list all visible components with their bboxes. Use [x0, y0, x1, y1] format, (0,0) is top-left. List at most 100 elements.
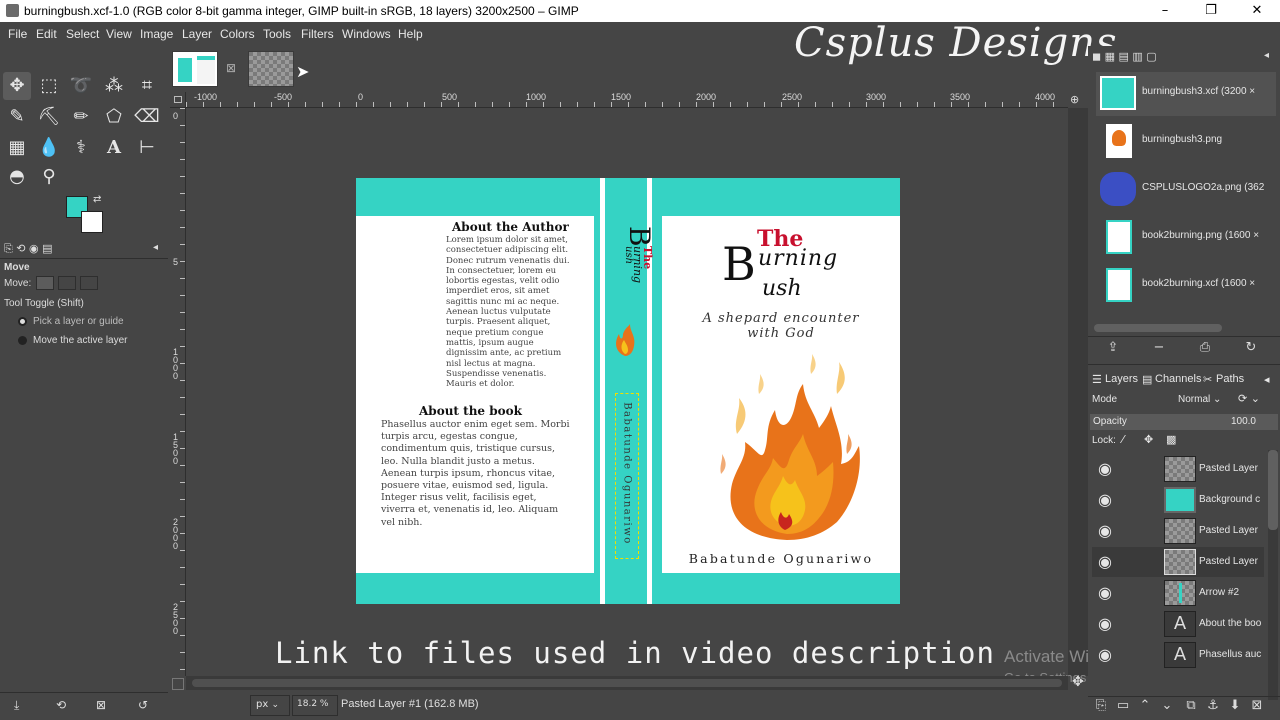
- move-tool-icon[interactable]: ✥: [3, 72, 31, 100]
- mode-select[interactable]: Normal ⌄: [1174, 391, 1232, 409]
- layer-row[interactable]: ◉ A About the boo: [1092, 609, 1264, 639]
- visibility-eye-icon[interactable]: ◉: [1098, 459, 1112, 478]
- move-layer-mode-icon[interactable]: [36, 276, 54, 290]
- paintbrush-icon[interactable]: ✏: [67, 103, 95, 131]
- layer-row-selected[interactable]: ◉ Pasted Layer: [1092, 547, 1264, 577]
- dock-menu-icon[interactable]: ◂: [1264, 50, 1269, 61]
- fuzzy-select-icon[interactable]: ⁂: [100, 72, 128, 100]
- menu-tools[interactable]: Tools: [263, 27, 291, 41]
- zoom-select[interactable]: 18.2 %: [292, 695, 338, 716]
- align-icon[interactable]: ⊢: [133, 134, 161, 162]
- print-icon[interactable]: ⎙: [1196, 340, 1214, 355]
- open-image-icon[interactable]: ⇪: [1104, 340, 1122, 355]
- image-tab-burningbush[interactable]: [172, 51, 218, 87]
- menu-layer[interactable]: Layer: [182, 27, 212, 41]
- unit-select[interactable]: px ⌄: [250, 695, 290, 716]
- refresh-icon[interactable]: ↻: [1242, 340, 1260, 355]
- delete-options-icon[interactable]: ⊠: [96, 698, 106, 712]
- close-button[interactable]: ✕: [1234, 0, 1280, 22]
- layer-row[interactable]: ◉ A Phasellus auc: [1092, 640, 1264, 670]
- transform-icon[interactable]: ⬠: [100, 103, 128, 131]
- image-list-item[interactable]: burningbush3.xcf (3200 ×: [1096, 72, 1276, 116]
- menu-image[interactable]: Image: [140, 27, 173, 41]
- image-list-item[interactable]: book2burning.xcf (1600 ×: [1096, 264, 1276, 308]
- heal-icon[interactable]: ⚕: [67, 134, 95, 162]
- visibility-eye-icon[interactable]: ◉: [1098, 583, 1112, 602]
- layer-row[interactable]: ◉ Pasted Layer: [1092, 516, 1264, 546]
- raise-layer-icon[interactable]: ⌃: [1136, 698, 1154, 713]
- visibility-eye-icon[interactable]: ◉: [1098, 521, 1112, 540]
- delete-layer-icon[interactable]: ⊠: [1248, 698, 1266, 713]
- menu-filters[interactable]: Filters: [301, 27, 334, 41]
- tab-layers[interactable]: Layers: [1105, 373, 1138, 385]
- layers-scrollbar[interactable]: [1268, 450, 1278, 700]
- zoom-to-fit-icon[interactable]: ⊕: [1070, 93, 1079, 106]
- close-tab-icon[interactable]: ⊠: [226, 61, 236, 75]
- visibility-eye-icon[interactable]: ◉: [1098, 645, 1112, 664]
- menu-file[interactable]: File: [8, 27, 27, 41]
- dodge-icon[interactable]: 💧: [35, 134, 63, 162]
- new-layer-icon[interactable]: ⎘: [1092, 698, 1110, 713]
- vertical-ruler[interactable]: 0 5 1000 1500 2000 2500: [170, 108, 186, 676]
- image-list-item[interactable]: CSPLUSLOGO2a.png (362: [1096, 168, 1276, 212]
- reset-options-icon[interactable]: ↺: [138, 698, 148, 712]
- lower-layer-icon[interactable]: ⌄: [1158, 698, 1176, 713]
- rect-select-icon[interactable]: ⬚: [35, 72, 63, 100]
- image-list-item[interactable]: book2burning.png (1600 ×: [1096, 216, 1276, 260]
- menu-select[interactable]: Select: [66, 27, 99, 41]
- quick-mask-toggle[interactable]: [172, 678, 184, 690]
- dock-layers-menu-icon[interactable]: ◂: [1264, 373, 1270, 386]
- new-layer-group-icon[interactable]: ▭: [1114, 698, 1132, 713]
- duplicate-layer-icon[interactable]: ⧉: [1182, 698, 1200, 713]
- free-select-icon[interactable]: ➰: [67, 72, 95, 100]
- visibility-eye-icon[interactable]: ◉: [1098, 614, 1112, 633]
- layer-row[interactable]: ◉ Arrow #2: [1092, 578, 1264, 608]
- save-options-icon[interactable]: ⤓: [14, 698, 19, 713]
- visibility-eye-icon[interactable]: ◉: [1098, 490, 1112, 509]
- visibility-eye-icon[interactable]: ◉: [1098, 552, 1112, 571]
- eraser-icon[interactable]: ⌫: [133, 103, 161, 131]
- text-tool-icon[interactable]: A: [100, 134, 128, 162]
- tab-channels[interactable]: Channels: [1155, 373, 1201, 385]
- book-cover-canvas[interactable]: About the Author Lorem ipsum dolor sit a…: [356, 178, 900, 604]
- gradient-icon[interactable]: ▦: [3, 134, 31, 162]
- menu-edit[interactable]: Edit: [36, 27, 57, 41]
- anchor-layer-icon[interactable]: ⚓: [1204, 698, 1222, 713]
- move-selection-mode-icon[interactable]: [58, 276, 76, 290]
- horizontal-scrollbar[interactable]: [186, 676, 1068, 690]
- smudge-icon[interactable]: ◓: [3, 163, 31, 191]
- horizontal-ruler[interactable]: -1000 -500 0 500 1000 1500 2000 2500 300…: [186, 92, 1068, 108]
- swap-colors-icon[interactable]: ⇄: [93, 194, 101, 205]
- move-path-mode-icon[interactable]: [80, 276, 98, 290]
- maximize-button[interactable]: ❐: [1188, 0, 1234, 22]
- zoom-icon[interactable]: ⚲: [35, 163, 63, 191]
- pick-layer-radio[interactable]: [18, 317, 27, 326]
- image-tab-transparent[interactable]: [248, 51, 294, 87]
- lock-position-icon[interactable]: ✥: [1144, 433, 1153, 446]
- lock-pixels-icon[interactable]: ⁄: [1122, 433, 1124, 446]
- tool-options-tabs-icon[interactable]: ⎘ ⟲ ◉ ▤: [4, 242, 53, 256]
- crop-icon[interactable]: ⌗: [133, 72, 161, 100]
- vertical-scrollbar[interactable]: [1068, 108, 1088, 676]
- dock-tab-icons[interactable]: ◼ ▦ ▤ ▥ ▢: [1092, 50, 1157, 63]
- restore-options-icon[interactable]: ⟲: [56, 698, 66, 712]
- minimize-button[interactable]: –: [1142, 0, 1188, 22]
- opacity-slider[interactable]: Opacity 100.0: [1090, 414, 1278, 430]
- close-image-icon[interactable]: −: [1150, 340, 1168, 355]
- lock-alpha-icon[interactable]: ▩: [1166, 433, 1176, 446]
- menu-windows[interactable]: Windows: [342, 27, 391, 41]
- move-active-layer-radio[interactable]: [18, 336, 27, 345]
- menu-help[interactable]: Help: [398, 27, 423, 41]
- menu-view[interactable]: View: [106, 27, 132, 41]
- clone-icon[interactable]: ⛏: [35, 103, 63, 131]
- tab-paths[interactable]: Paths: [1216, 373, 1244, 385]
- image-list-item[interactable]: burningbush3.png: [1096, 120, 1276, 164]
- merge-layer-icon[interactable]: ⬇: [1226, 698, 1244, 713]
- background-color-swatch[interactable]: [81, 211, 103, 233]
- layer-row[interactable]: ◉ Pasted Layer: [1092, 454, 1264, 484]
- layer-row[interactable]: ◉ Background c: [1092, 485, 1264, 515]
- navigate-icon[interactable]: ✥: [1072, 674, 1084, 690]
- images-scrollbar[interactable]: [1094, 324, 1222, 332]
- paths-icon[interactable]: ✎: [3, 103, 31, 131]
- mode-switch-icon[interactable]: ⟳ ⌄: [1238, 392, 1260, 405]
